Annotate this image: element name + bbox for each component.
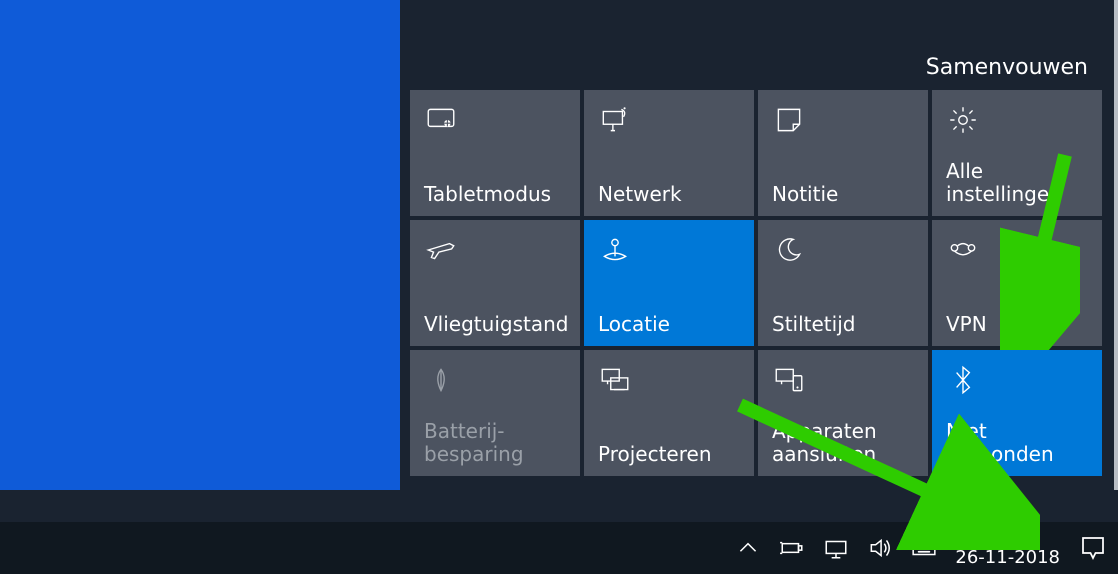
vpn-icon	[946, 232, 1088, 268]
taskbar: 15:59 26-11-2018	[0, 522, 1118, 574]
clock-time: 15:59	[955, 528, 1060, 548]
network-icon	[598, 102, 740, 138]
notification-center-icon[interactable]	[1078, 533, 1108, 563]
tile-label: Vliegtuigstand	[424, 313, 566, 336]
quick-action-tiles: Tabletmodus Netwerk Notitie Alle instelling…	[410, 90, 1118, 476]
tile-label: VPN	[946, 313, 1088, 336]
volume-icon[interactable]	[867, 535, 893, 561]
tile-bluetooth[interactable]: Niet verbonden	[932, 350, 1102, 476]
settings-icon	[946, 102, 1088, 138]
tile-label: Projecteren	[598, 443, 740, 466]
location-icon	[598, 232, 740, 268]
action-center-panel: Samenvouwen Tabletmodus Netwerk Notitie All…	[400, 0, 1118, 490]
tile-label: Netwerk	[598, 183, 740, 206]
tile-label: Locatie	[598, 313, 740, 336]
quiet-hours-icon	[772, 232, 914, 268]
tile-label: Tabletmodus	[424, 183, 566, 206]
tile-tablet-mode[interactable]: Tabletmodus	[410, 90, 580, 216]
tablet-mode-icon	[424, 102, 566, 138]
battery-saver-icon	[424, 362, 566, 398]
tile-note[interactable]: Notitie	[758, 90, 928, 216]
tile-network[interactable]: Netwerk	[584, 90, 754, 216]
tile-project[interactable]: Projecteren	[584, 350, 754, 476]
clock[interactable]: 15:59 26-11-2018	[955, 528, 1060, 568]
network-tray-icon[interactable]	[823, 535, 849, 561]
tile-quiet-hours[interactable]: Stiltetijd	[758, 220, 928, 346]
power-icon[interactable]	[779, 535, 805, 561]
tile-label: Apparaten aansluiten	[772, 420, 914, 466]
tile-location[interactable]: Locatie	[584, 220, 754, 346]
tile-vpn[interactable]: VPN	[932, 220, 1102, 346]
tile-label: Notitie	[772, 183, 914, 206]
tile-label: Batterij- besparing	[424, 420, 566, 466]
tile-settings[interactable]: Alle instellingen	[932, 90, 1102, 216]
tile-connect-devices[interactable]: Apparaten aansluiten	[758, 350, 928, 476]
collapse-button[interactable]: Samenvouwen	[926, 55, 1088, 80]
tile-airplane[interactable]: Vliegtuigstand	[410, 220, 580, 346]
tray-overflow-icon[interactable]	[735, 535, 761, 561]
desktop-background	[0, 0, 400, 490]
note-icon	[772, 102, 914, 138]
scrollbar[interactable]	[1114, 0, 1118, 490]
tile-label: Alle instellingen	[946, 160, 1088, 206]
keyboard-icon[interactable]	[911, 535, 937, 561]
tile-label: Stiltetijd	[772, 313, 914, 336]
bluetooth-icon	[946, 362, 1088, 398]
project-icon	[598, 362, 740, 398]
tile-label: Niet verbonden	[946, 420, 1088, 466]
airplane-icon	[424, 232, 566, 268]
tile-battery-saver: Batterij- besparing	[410, 350, 580, 476]
connect-devices-icon	[772, 362, 914, 398]
clock-date: 26-11-2018	[955, 548, 1060, 568]
